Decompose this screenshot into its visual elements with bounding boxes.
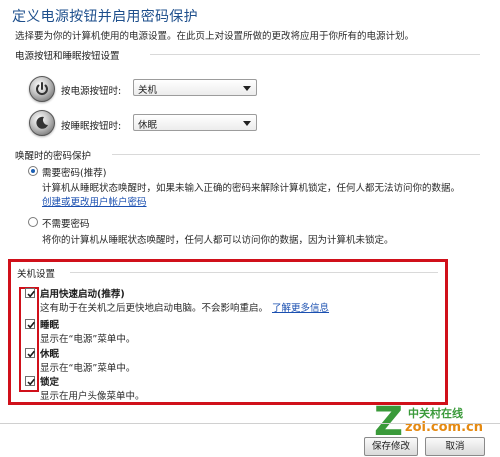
power-icon <box>36 82 48 95</box>
sleep-option-desc: 显示在“电源”菜单中。 <box>40 334 136 345</box>
fast-startup-label[interactable]: 启用快速启动(推荐) <box>40 286 125 300</box>
power-button-select[interactable]: 关机 <box>133 79 257 96</box>
lock-checkbox[interactable] <box>25 376 35 386</box>
power-button-label: 按电源按钮时: <box>61 86 122 97</box>
watermark-logo: Z <box>374 399 404 445</box>
save-button[interactable]: 保存修改 <box>364 437 418 456</box>
footer-divider <box>0 423 500 424</box>
lock-option-desc: 显示在用户头像菜单中。 <box>40 391 145 402</box>
require-password-radio[interactable] <box>28 166 38 176</box>
power-button-icon <box>29 76 55 102</box>
moon-icon <box>36 116 48 129</box>
fast-startup-checkbox[interactable] <box>25 288 35 298</box>
section-divider <box>150 54 480 55</box>
section-divider <box>112 154 480 155</box>
sleep-button-label: 按睡眠按钮时: <box>61 121 122 132</box>
chevron-down-icon <box>243 121 251 126</box>
sleep-button-icon <box>29 110 55 136</box>
fast-startup-desc: 这有助于在关机之后更快地启动电脑。不会影响重启。 <box>40 303 269 314</box>
require-password-desc: 计算机从睡眠状态唤醒时，如果未输入正确的密码来解除计算机锁定，任何人都无法访问你… <box>42 183 461 194</box>
lock-option-label[interactable]: 锁定 <box>40 374 59 388</box>
chevron-down-icon <box>243 86 251 91</box>
page-description: 选择要为你的计算机使用的电源设置。在此页上对设置所做的更改将应用于你所有的电源计… <box>15 31 415 42</box>
sleep-checkbox[interactable] <box>25 319 35 329</box>
cancel-button[interactable]: 取消 <box>425 437 485 456</box>
shutdown-header: 关机设置 <box>17 269 56 280</box>
learn-more-link[interactable]: 了解更多信息 <box>272 300 329 314</box>
power-buttons-header: 电源按钮和睡眠按钮设置 <box>15 51 120 62</box>
section-divider <box>70 272 438 273</box>
sleep-button-select[interactable]: 休眠 <box>133 114 257 131</box>
hibernate-option-label[interactable]: 休眠 <box>40 346 59 360</box>
watermark-cn-text: 中关村在线 <box>408 407 463 420</box>
hibernate-checkbox[interactable] <box>25 348 35 358</box>
checkmark-icon <box>27 290 35 298</box>
checkmark-icon <box>27 321 35 329</box>
checkmark-icon <box>27 350 35 358</box>
power-button-value: 关机 <box>138 85 158 96</box>
sleep-option-label[interactable]: 睡眠 <box>40 317 59 331</box>
checkmark-icon <box>27 378 35 386</box>
create-password-link[interactable]: 创建或更改用户帐户密码 <box>42 194 147 208</box>
no-password-desc: 将你的计算机从睡眠状态唤醒时，任何人都可以访问你的数据，因为计算机未锁定。 <box>42 235 394 246</box>
page-title: 定义电源按钮并启用密码保护 <box>12 9 198 25</box>
wake-password-header: 唤醒时的密码保护 <box>15 151 92 162</box>
no-password-radio[interactable] <box>28 217 38 227</box>
no-password-label[interactable]: 不需要密码 <box>42 216 90 230</box>
hibernate-option-desc: 显示在“电源”菜单中。 <box>40 363 136 374</box>
require-password-label[interactable]: 需要密码(推荐) <box>42 165 106 179</box>
sleep-button-value: 休眠 <box>138 120 158 131</box>
